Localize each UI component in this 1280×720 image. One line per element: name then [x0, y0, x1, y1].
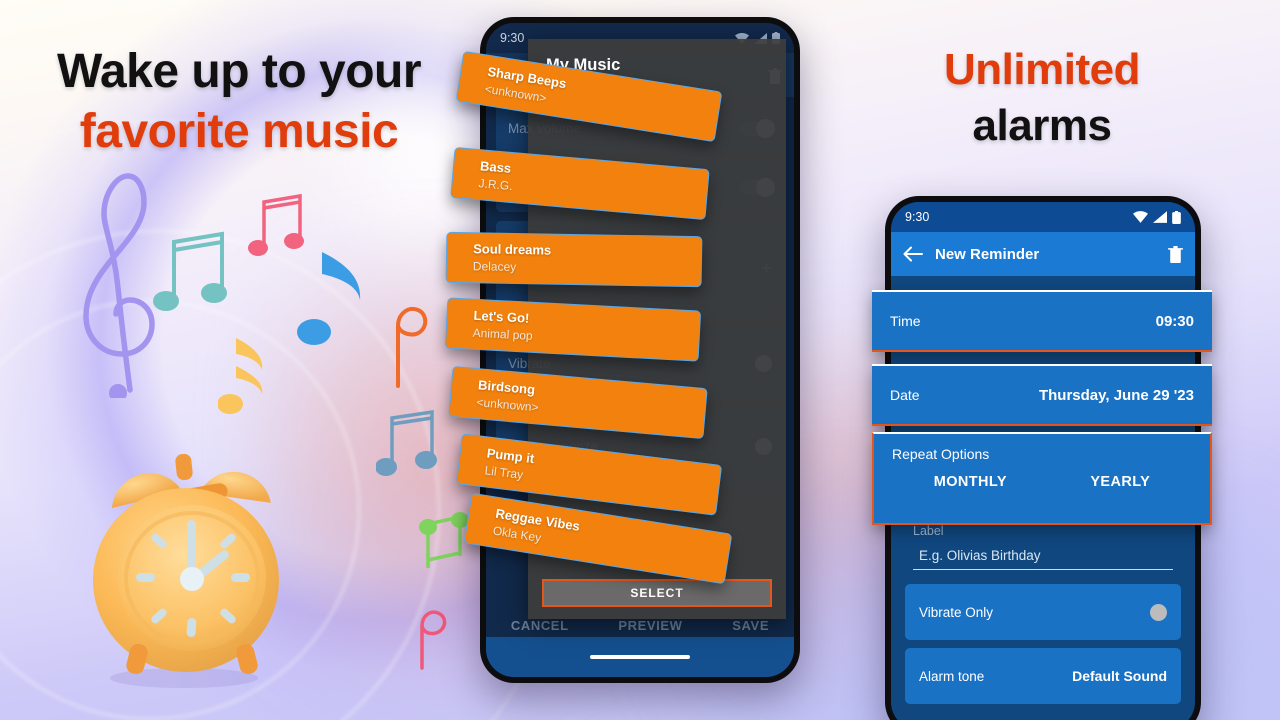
- phone-center: 9:30 Alarm Max volume Mon Tue Wed: [480, 17, 800, 683]
- orange-note-icon: [396, 307, 428, 388]
- phone-center-screen: 9:30 Alarm Max volume Mon Tue Wed: [486, 23, 794, 677]
- my-music-dialog: My Music SELECT: [528, 39, 786, 619]
- date-highlight-card[interactable]: Date Thursday, June 29 '23: [872, 364, 1212, 426]
- headline-right-line2: alarms: [972, 100, 1112, 150]
- back-arrow-icon[interactable]: [903, 246, 923, 262]
- yellow-sixteenth-note-icon: [218, 338, 263, 414]
- alarm-tone-label: Alarm tone: [919, 668, 985, 684]
- select-button[interactable]: SELECT: [542, 579, 772, 607]
- promo-banner: Wake up to your favorite music Unlimited…: [0, 0, 1280, 720]
- status-bar: 9:30: [891, 202, 1195, 232]
- save-button[interactable]: SAVE: [732, 618, 769, 633]
- home-indicator[interactable]: [590, 655, 690, 659]
- preview-button[interactable]: PREVIEW: [618, 618, 682, 633]
- label-input[interactable]: E.g. Olivias Birthday: [913, 538, 1173, 570]
- battery-icon: [1172, 210, 1181, 224]
- app-bar-title: New Reminder: [935, 245, 1040, 263]
- repeat-option-yearly[interactable]: YEARLY: [1090, 474, 1150, 490]
- vibrate-only-label: Vibrate Only: [919, 604, 994, 620]
- navigation-bar: [486, 637, 794, 677]
- app-bar: New Reminder: [891, 232, 1195, 276]
- headline-left-line1: Wake up to your: [56, 45, 422, 98]
- vibrate-only-row[interactable]: Vibrate Only: [905, 584, 1181, 640]
- alarm-tone-row[interactable]: Alarm tone Default Sound: [905, 648, 1181, 704]
- headline-right-line1: Unlimited: [944, 45, 1140, 94]
- trash-icon[interactable]: [1168, 245, 1183, 263]
- pink-quarter-note-icon: [420, 610, 447, 670]
- repeat-options-card[interactable]: Repeat Options MONTHLY YEARLY: [872, 432, 1212, 525]
- label-caption: Label: [913, 524, 944, 538]
- time-highlight-card[interactable]: Time 09:30: [872, 290, 1212, 352]
- headline-left-line2: favorite music: [79, 104, 399, 158]
- date-label: Date: [890, 387, 920, 403]
- time-label: Time: [890, 313, 921, 329]
- status-icons: [1133, 210, 1181, 224]
- vibrate-toggle[interactable]: [1150, 603, 1167, 621]
- alarm-tone-value: Default Sound: [1072, 668, 1167, 684]
- steel-beamed-note-icon: [376, 409, 437, 476]
- green-beamed-note-icon: [419, 512, 469, 568]
- repeat-options-choices: MONTHLY YEARLY: [892, 474, 1192, 490]
- cancel-button[interactable]: CANCEL: [511, 618, 569, 633]
- time-value: 09:30: [1155, 312, 1194, 330]
- status-time: 9:30: [905, 210, 930, 224]
- signal-icon: [1153, 211, 1167, 223]
- blue-eighth-note-icon: [297, 252, 361, 345]
- wifi-icon: [1133, 211, 1148, 223]
- bottom-action-bar: CANCEL PREVIEW SAVE: [486, 618, 794, 633]
- status-time: 9:30: [500, 31, 525, 45]
- date-value: Thursday, June 29 '23: [1038, 386, 1194, 404]
- headline-left: Wake up to your favorite music: [24, 46, 454, 158]
- teal-beamed-note-icon: [153, 231, 227, 311]
- repeat-options-caption: Repeat Options: [892, 446, 990, 462]
- repeat-option-monthly[interactable]: MONTHLY: [934, 474, 1007, 490]
- headline-right: Unlimited alarms: [862, 46, 1222, 149]
- alarm-clock-illustration: [93, 453, 279, 688]
- dialog-title: My Music: [546, 56, 621, 74]
